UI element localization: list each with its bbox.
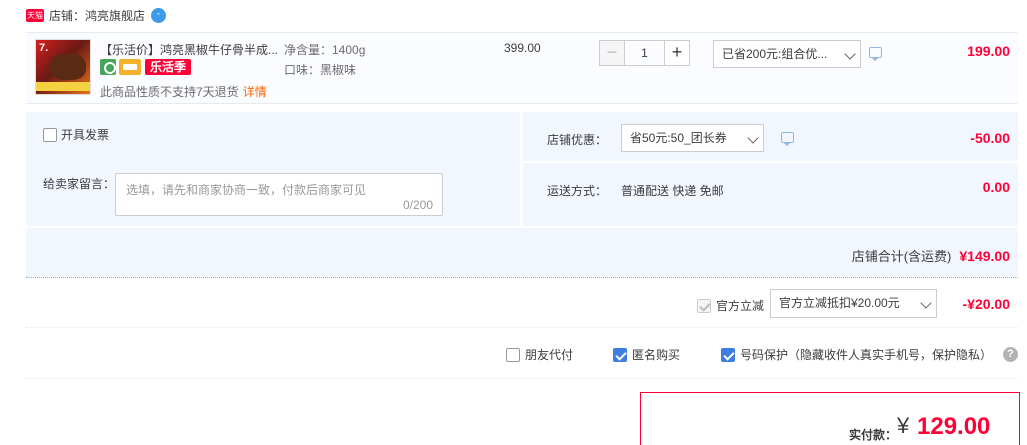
- tmall-icon: 天猫: [26, 8, 44, 22]
- wangwang-chat-icon[interactable]: ᵔ: [151, 7, 167, 23]
- official-discount-amount: -¥20.00: [962, 296, 1010, 312]
- product-thumbnail[interactable]: 7.: [35, 39, 91, 95]
- order-options-row: 朋友代付 匿名购买 号码保护（隐藏收件人真实手机号，保护隐私） ?: [26, 329, 1018, 379]
- official-discount-option[interactable]: 官方立减: [697, 297, 764, 314]
- help-icon[interactable]: ?: [1003, 347, 1018, 362]
- product-title-link[interactable]: 【乐活价】鸿亮黑椒牛仔骨半成...: [100, 41, 280, 58]
- shop-coupon-select[interactable]: 省50元:50_团长券: [621, 124, 764, 152]
- item-promo-select[interactable]: 已省200元:组合优...: [713, 40, 861, 68]
- divider: [523, 161, 1018, 163]
- official-discount-value: 官方立减抵扣¥20.00元: [779, 296, 900, 310]
- spec-weight: 净含量：1400g: [284, 43, 366, 57]
- quantity-decrease-button[interactable]: −: [599, 40, 625, 66]
- item-total-price: 199.00: [967, 43, 1010, 59]
- shop-coupon-value: 省50元:50_团长券: [630, 131, 727, 145]
- shop-header: 天猫 店铺：鸿亮旗舰店 ᵔ: [26, 5, 167, 25]
- product-badges: 乐活季: [100, 59, 192, 75]
- item-promo-value: 已省200元:组合优...: [722, 47, 828, 61]
- return-detail-link[interactable]: 详情: [243, 85, 267, 99]
- official-discount-label: 官方立减: [716, 299, 765, 313]
- coupon-info-chat-icon[interactable]: [781, 132, 794, 146]
- official-discount-select[interactable]: 官方立减抵扣¥20.00元: [770, 289, 937, 318]
- guarantee-icon[interactable]: [100, 59, 116, 75]
- phone-protection-label: 号码保护（隐藏收件人真实手机号，保护隐私）: [740, 348, 993, 362]
- anonymous-purchase-checkbox[interactable]: [613, 347, 627, 362]
- promo-badge[interactable]: 乐活季: [145, 59, 192, 75]
- shop-subtotal: 店铺合计(含运费) ¥149.00: [852, 246, 1010, 265]
- unit-price: 399.00: [504, 41, 541, 55]
- shop-coupon-amount: -50.00: [970, 130, 1010, 146]
- chevron-down-icon: [747, 132, 759, 144]
- payment-summary-box: 实付款： ¥ 129.00: [640, 392, 1020, 445]
- return-note-text: 此商品性质不支持7天退货: [100, 85, 239, 99]
- payment-amount: 129.00: [917, 413, 991, 440]
- order-extras-panel: 开具发票 给卖家留言： 选填，请先和商家协商一致，付款后商家可见 0/200 店…: [26, 112, 1018, 278]
- spec-flavor: 口味：黑椒味: [284, 63, 357, 77]
- shipping-label: 运送方式：: [547, 184, 608, 198]
- official-discount-row: 官方立减 官方立减抵扣¥20.00元 -¥20.00: [26, 282, 1018, 328]
- official-discount-checkbox[interactable]: [697, 298, 711, 313]
- quantity-input[interactable]: 1: [625, 40, 664, 66]
- invoice-checkbox[interactable]: [43, 127, 57, 142]
- chevron-down-icon: [844, 48, 856, 60]
- shipping-amount: 0.00: [982, 179, 1010, 195]
- phone-protection-option[interactable]: 号码保护（隐藏收件人真实手机号，保护隐私）: [721, 346, 992, 363]
- shop-name-link[interactable]: 店铺：鸿亮旗舰店: [49, 7, 145, 24]
- invoice-option[interactable]: 开具发票: [43, 126, 109, 143]
- quantity-increase-button[interactable]: +: [664, 40, 690, 66]
- quantity-stepper: − 1 +: [599, 40, 690, 66]
- seller-message-textarea[interactable]: 选填，请先和商家协商一致，付款后商家可见 0/200: [115, 173, 443, 216]
- shop-discount-pane: 店铺优惠： 省50元:50_团长券 -50.00 运送方式： 普通配送 快递 免…: [523, 112, 1018, 226]
- seller-message-placeholder: 选填，请先和商家协商一致，付款后商家可见: [126, 183, 367, 197]
- phone-protection-checkbox[interactable]: [721, 347, 735, 362]
- return-policy-note: 此商品性质不支持7天退货 详情: [100, 83, 267, 100]
- shipping-method: 普通配送 快递 免邮: [621, 184, 724, 198]
- anonymous-purchase-label: 匿名购买: [632, 348, 681, 362]
- payment-currency: ¥: [897, 413, 910, 438]
- shop-subtotal-label: 店铺合计(含运费): [851, 249, 952, 264]
- shop-coupon-label: 店铺优惠：: [547, 133, 608, 147]
- friend-pay-option[interactable]: 朋友代付: [506, 346, 573, 363]
- friend-pay-label: 朋友代付: [525, 348, 574, 362]
- divider: [26, 226, 1018, 228]
- seller-message-label: 给卖家留言：: [43, 177, 116, 191]
- card-payment-icon[interactable]: [119, 59, 141, 75]
- chevron-down-icon: [920, 297, 932, 309]
- payment-label: 实付款：: [849, 428, 898, 442]
- seller-message-counter: 0/200: [402, 198, 433, 212]
- buyer-options-pane: 开具发票 给卖家留言： 选填，请先和商家协商一致，付款后商家可见 0/200: [26, 112, 520, 226]
- promo-info-chat-icon[interactable]: [869, 47, 882, 61]
- friend-pay-checkbox[interactable]: [506, 347, 520, 362]
- anonymous-purchase-option[interactable]: 匿名购买: [613, 346, 680, 363]
- shop-subtotal-amount: ¥149.00: [959, 248, 1010, 264]
- invoice-label: 开具发票: [61, 128, 110, 142]
- order-item-row: 7. 【乐活价】鸿亮黑椒牛仔骨半成... 乐活季 此商品性质不支持7天退货 详情 …: [26, 32, 1018, 104]
